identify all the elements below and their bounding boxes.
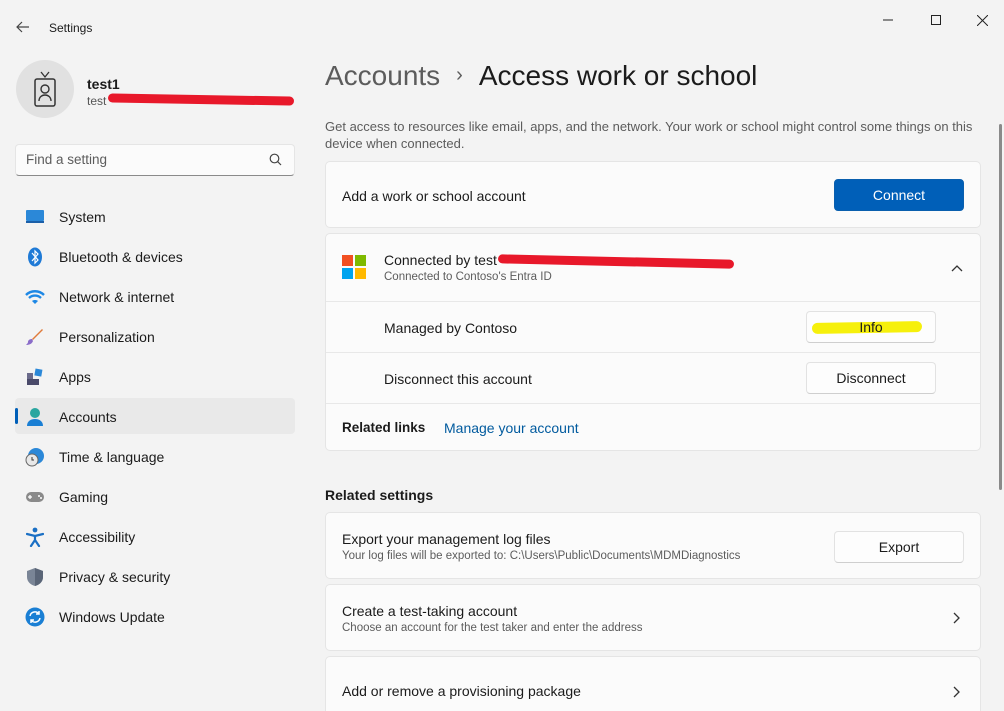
sidebar-item-network[interactable]: Network & internet (15, 278, 295, 314)
search-input[interactable] (26, 152, 256, 167)
connect-button[interactable]: Connect (834, 179, 964, 211)
minimize-icon (883, 19, 893, 21)
close-button[interactable] (964, 6, 1000, 34)
scrollbar[interactable] (999, 124, 1002, 490)
disconnect-button[interactable]: Disconnect (806, 362, 936, 394)
search-icon[interactable] (269, 153, 282, 169)
chevron-right-icon (950, 611, 964, 625)
breadcrumb-separator: › (456, 64, 463, 86)
info-button-label: Info (859, 319, 883, 335)
maximize-button[interactable] (918, 6, 954, 34)
info-button[interactable]: Info (806, 311, 936, 343)
related-links-row: Related links Manage your account (326, 404, 980, 452)
page-description: Get access to resources like email, apps… (325, 119, 973, 151)
user-email: test (87, 94, 107, 108)
breadcrumb-parent[interactable]: Accounts (325, 60, 440, 92)
bluetooth-icon (25, 247, 45, 267)
sidebar-item-privacy[interactable]: Privacy & security (15, 558, 295, 594)
avatar (16, 60, 74, 118)
apps-icon (25, 367, 45, 387)
network-icon (25, 287, 45, 307)
windows-update-icon (25, 607, 45, 627)
breadcrumb: Accounts › Access work or school (325, 60, 757, 100)
system-icon (25, 207, 45, 227)
user-name: test1 (87, 76, 120, 92)
sidebar-item-accessibility[interactable]: Accessibility (15, 518, 295, 554)
connected-account-header[interactable]: Connected by test Connected to Contoso's… (326, 234, 980, 301)
time-language-icon (25, 447, 45, 467)
gaming-icon (25, 487, 45, 507)
sidebar-item-personalization[interactable]: Personalization (15, 318, 295, 354)
title-bar: Settings (0, 0, 1004, 48)
test-account-sublabel: Choose an account for the test taker and… (342, 622, 643, 634)
sidebar-item-label: Windows Update (59, 609, 165, 625)
sidebar-item-label: Time & language (59, 449, 165, 465)
sidebar-item-bluetooth[interactable]: Bluetooth & devices (15, 238, 295, 274)
disconnect-label: Disconnect this account (384, 371, 532, 387)
export-button[interactable]: Export (834, 531, 964, 563)
active-indicator (15, 408, 18, 424)
sidebar-item-label: Apps (59, 369, 91, 385)
minimize-button[interactable] (870, 6, 906, 34)
sidebar-nav: System Bluetooth & devices Network & int… (15, 198, 295, 638)
sidebar-item-accounts[interactable]: Accounts (15, 398, 295, 434)
accessibility-icon (25, 527, 45, 547)
microsoft-logo-icon (342, 255, 366, 279)
sidebar-item-label: Bluetooth & devices (59, 249, 183, 265)
related-settings-title: Related settings (325, 487, 434, 503)
sidebar-item-label: Accessibility (59, 529, 136, 545)
back-arrow-icon (16, 21, 29, 33)
sidebar-item-windows-update[interactable]: Windows Update (15, 598, 295, 634)
app-title: Settings (49, 21, 93, 35)
sidebar-item-label: Network & internet (59, 289, 175, 305)
sidebar-item-time-language[interactable]: Time & language (15, 438, 295, 474)
export-logs-sublabel: Your log files will be exported to: C:\U… (342, 550, 741, 562)
sidebar-item-label: System (59, 209, 106, 225)
privacy-icon (25, 567, 45, 587)
chevron-up-icon[interactable] (950, 261, 964, 275)
connected-account-title: Connected by test (384, 252, 497, 268)
accounts-icon (25, 407, 45, 427)
redaction-mark (107, 93, 295, 106)
add-account-card: Add a work or school account Connect (325, 161, 981, 228)
chevron-right-icon (950, 685, 964, 699)
search-box[interactable] (15, 144, 295, 176)
sidebar-item-gaming[interactable]: Gaming (15, 478, 295, 514)
id-badge-icon (34, 71, 56, 107)
sidebar-item-label: Accounts (59, 409, 117, 425)
personalization-icon (25, 327, 45, 347)
maximize-icon (931, 15, 941, 25)
user-profile[interactable]: test1 test (16, 60, 296, 120)
back-button[interactable] (10, 14, 36, 40)
provisioning-card[interactable]: Add or remove a provisioning package (325, 656, 981, 711)
sidebar-item-apps[interactable]: Apps (15, 358, 295, 394)
add-account-label: Add a work or school account (342, 188, 526, 204)
managed-by-label: Managed by Contoso (384, 320, 518, 336)
page-title: Access work or school (478, 60, 758, 91)
redaction-mark (497, 254, 735, 269)
provisioning-label: Add or remove a provisioning package (342, 683, 581, 699)
sidebar-item-label: Privacy & security (59, 569, 171, 585)
related-links-label: Related links (342, 420, 426, 435)
connected-account-subtitle: Connected to Contoso's Entra ID (384, 271, 552, 283)
manage-account-link[interactable]: Manage your account (444, 420, 579, 436)
export-logs-card: Export your management log files Your lo… (325, 512, 981, 579)
close-icon (976, 14, 988, 26)
connected-account-card: Connected by test Connected to Contoso's… (325, 233, 981, 451)
sidebar-item-label: Gaming (59, 489, 109, 505)
sidebar-item-label: Personalization (59, 329, 155, 345)
sidebar-item-system[interactable]: System (15, 198, 295, 234)
test-account-card[interactable]: Create a test-taking account Choose an a… (325, 584, 981, 651)
disconnect-row: Disconnect this account Disconnect (326, 353, 980, 403)
export-logs-label: Export your management log files (342, 531, 551, 547)
test-account-label: Create a test-taking account (342, 603, 518, 619)
managed-by-row: Managed by Contoso Info (326, 302, 980, 352)
